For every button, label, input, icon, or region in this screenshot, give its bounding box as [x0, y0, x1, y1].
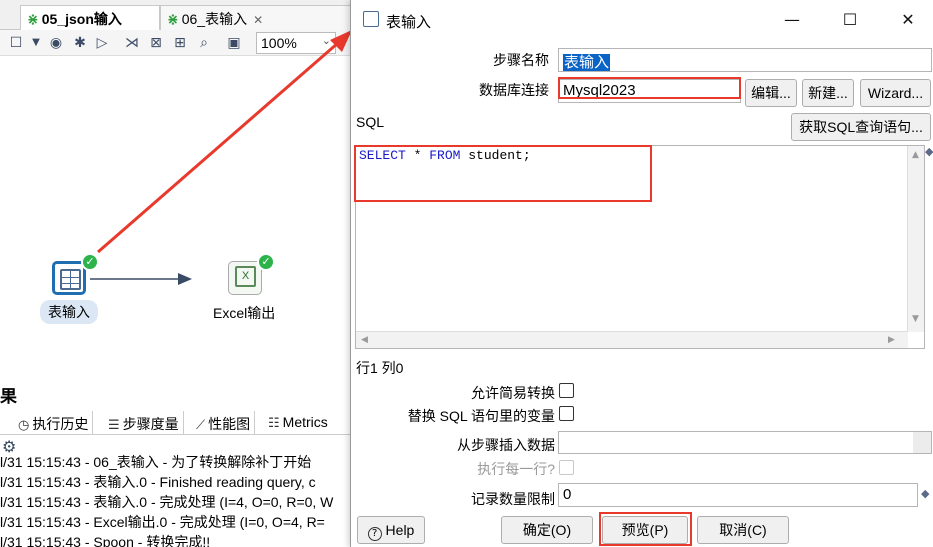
history-icon: ◷ — [18, 418, 30, 433]
limit-value: 0 — [563, 486, 572, 503]
cursor-position: 行1 列0 — [356, 360, 404, 376]
sql-label: SQL — [356, 114, 385, 130]
sql-editor[interactable]: SELECT * FROM student; ▲ ▼ ◀ ▶ — [355, 145, 925, 349]
insert-from-step-select[interactable] — [558, 431, 932, 454]
help-button[interactable]: ? Help — [357, 516, 425, 544]
chart-icon: ⟋ — [196, 418, 206, 433]
horizontal-scrollbar[interactable]: ◀ ▶ — [356, 331, 908, 348]
sql-text: SELECT * FROM student; — [359, 148, 531, 163]
insert-from-step-label: 从步骤插入数据 — [457, 437, 555, 453]
success-check-icon: ✓ — [257, 253, 275, 271]
variable-icon: ◆ — [925, 145, 933, 158]
maximize-icon[interactable]: ☐ — [835, 6, 865, 34]
db-connection-value: Mysql2023 — [563, 82, 636, 99]
log-line: l/31 15:15:43 - 06_表输入 - 为了转换解除补丁开始 — [0, 454, 312, 470]
step-name-label: 步骤名称 — [493, 52, 549, 68]
select-dropdown-handle[interactable] — [913, 432, 931, 453]
excel-icon: X — [235, 266, 256, 287]
db-connection-label: 数据库连接 — [479, 82, 549, 98]
log-line: l/31 15:15:43 - 表输入.0 - 完成处理 (I=4, O=0, … — [0, 494, 334, 510]
cancel-button[interactable]: 取消(C) — [697, 516, 789, 544]
scroll-down-icon[interactable]: ▼ — [912, 314, 919, 324]
step-name-field[interactable]: 表输入 — [558, 48, 932, 72]
dialog-title: 表输入 — [386, 14, 432, 31]
new-connection-button[interactable]: 新建... — [802, 79, 854, 107]
preview-button[interactable]: 预览(P) — [602, 516, 688, 544]
execute-each-row-label: 执行每一行? — [477, 461, 555, 477]
scroll-right-icon[interactable]: ▶ — [888, 335, 895, 345]
results-title: 果 — [0, 387, 17, 406]
excel-output-step[interactable]: X — [228, 261, 262, 295]
tab-execution-history[interactable]: ◷ 执行历史 — [14, 411, 94, 435]
results-tabs: ◷ 执行历史 ☰ 步骤度量 ⟋ 性能图 ☷ Metrics — [0, 411, 352, 435]
variable-icon: ◆ — [921, 487, 930, 500]
dialog-titlebar: 表输入 — ☐ ✕ — [351, 0, 933, 40]
minimize-icon[interactable]: — — [777, 6, 807, 34]
lazy-conversion-checkbox[interactable] — [559, 383, 574, 398]
execute-each-row-checkbox[interactable] — [559, 460, 574, 475]
table-icon — [363, 11, 379, 27]
close-icon[interactable]: ✕ — [893, 6, 923, 34]
lazy-conversion-label: 允许简易转换 — [471, 385, 555, 401]
scroll-up-icon[interactable]: ▲ — [912, 150, 919, 160]
replace-vars-label: 替换 SQL 语句里的变量 — [407, 408, 555, 424]
limit-field[interactable]: 0 — [558, 483, 918, 507]
db-connection-select[interactable]: Mysql2023 — [558, 79, 741, 103]
log-line: l/31 15:15:43 - 表输入.0 - Finished reading… — [0, 474, 316, 490]
list-icon: ☰ — [108, 418, 120, 433]
tab-metrics[interactable]: ☷ Metrics — [264, 411, 332, 435]
table-input-step[interactable] — [52, 261, 86, 295]
limit-label: 记录数量限制 — [471, 491, 555, 507]
success-check-icon: ✓ — [81, 253, 99, 271]
replace-vars-checkbox[interactable] — [559, 406, 574, 421]
annotation-arrow — [90, 30, 352, 285]
step-name-value: 表输入 — [563, 54, 611, 71]
metrics-icon: ☷ — [268, 416, 280, 431]
tab-performance-graph[interactable]: ⟋ 性能图 — [192, 411, 256, 435]
log-line: l/31 15:15:43 - Spoon - 转换完成!! — [0, 534, 211, 547]
table-icon — [60, 269, 81, 290]
ok-button[interactable]: 确定(O) — [501, 516, 593, 544]
step-label-excel-output: Excel输出 — [213, 305, 276, 321]
tab-step-metrics[interactable]: ☰ 步骤度量 — [104, 411, 184, 435]
table-input-dialog: 表输入 — ☐ ✕ 步骤名称 表输入 数据库连接 Mysql2023 编辑...… — [350, 0, 933, 547]
vertical-scrollbar[interactable]: ▲ ▼ — [907, 146, 924, 332]
wizard-button[interactable]: Wizard... — [860, 79, 931, 107]
edit-connection-button[interactable]: 编辑... — [745, 79, 797, 107]
scroll-left-icon[interactable]: ◀ — [361, 335, 368, 345]
get-sql-button[interactable]: 获取SQL查询语句... — [791, 113, 931, 141]
log-output: l/31 15:15:43 - 06_表输入 - 为了转换解除补丁开始 l/31… — [0, 452, 352, 547]
step-label-table-input: 表输入 — [40, 300, 98, 324]
log-line: l/31 15:15:43 - Excel输出.0 - 完成处理 (I=0, O… — [0, 514, 325, 530]
help-icon: ? — [367, 527, 382, 541]
